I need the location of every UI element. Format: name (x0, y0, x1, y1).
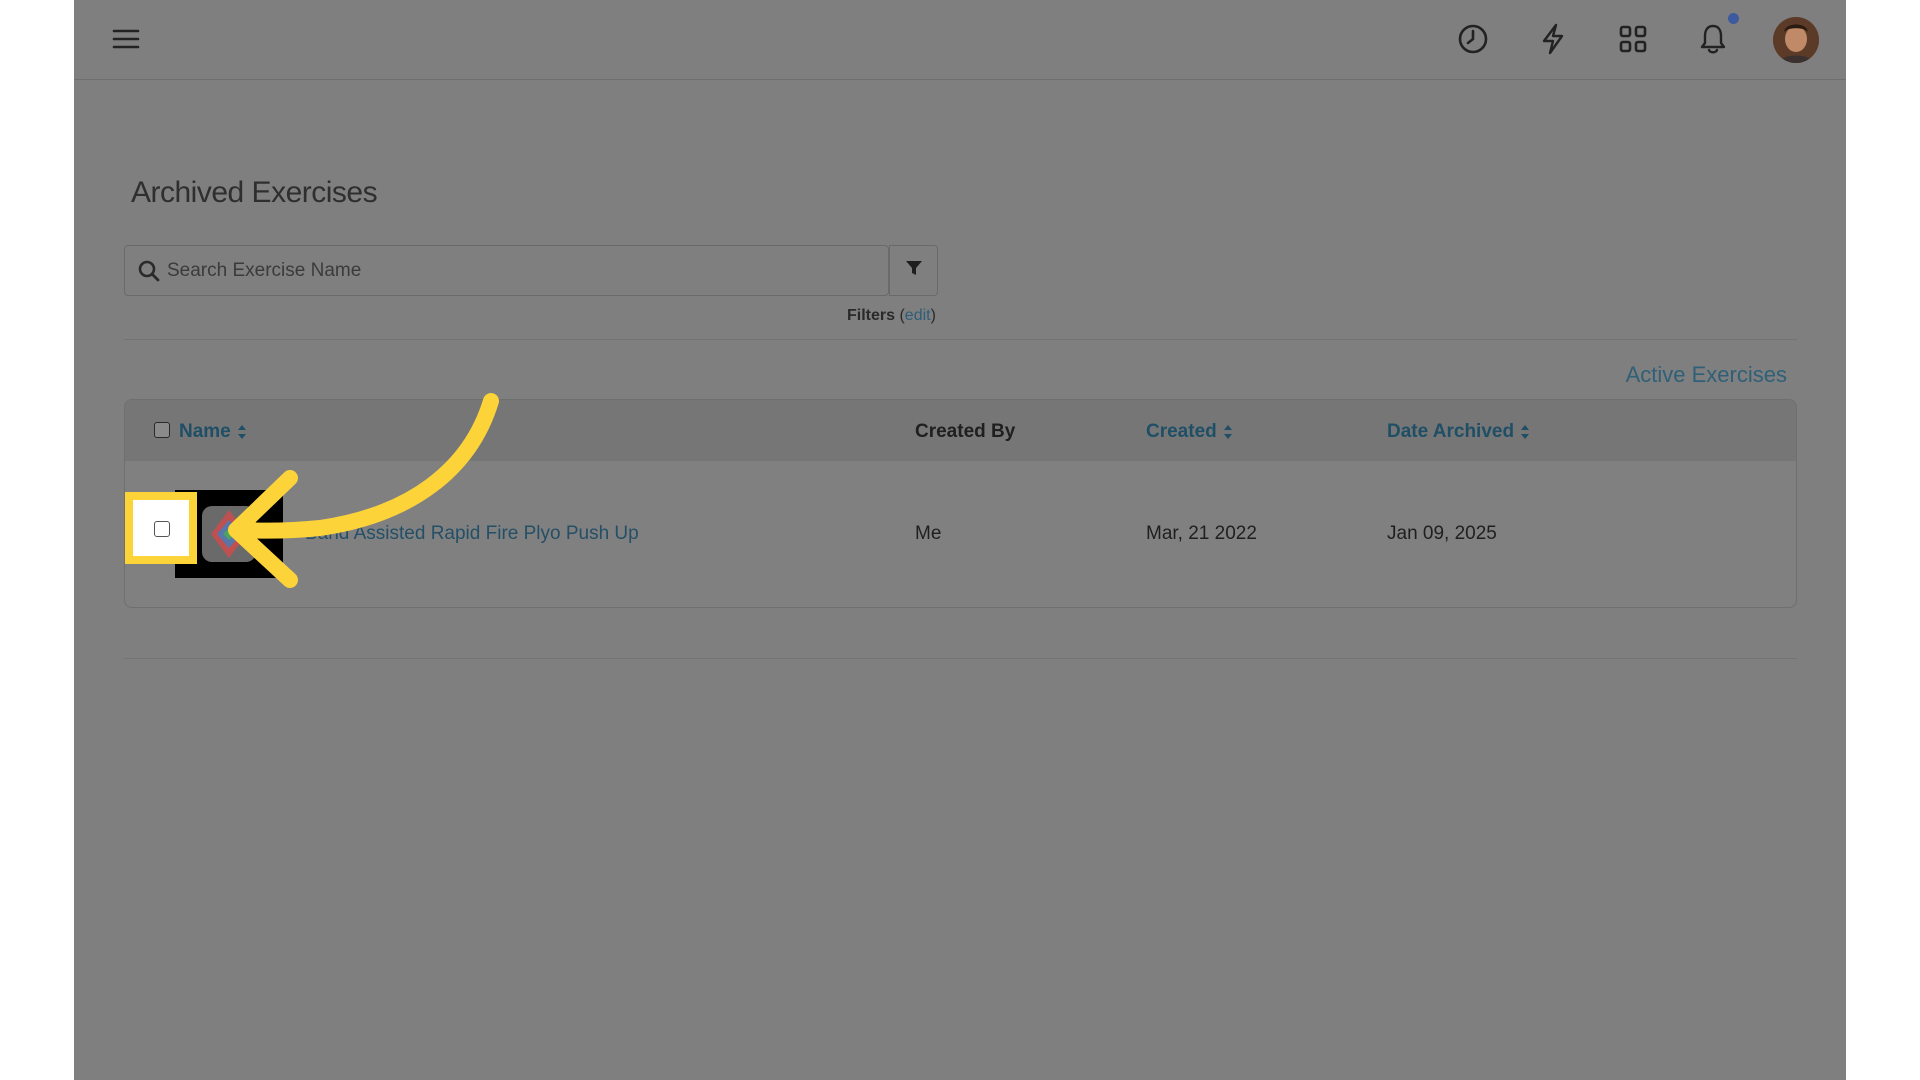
column-header-name[interactable]: Name (179, 421, 247, 443)
select-all-checkbox[interactable] (154, 422, 170, 438)
hamburger-icon[interactable] (108, 21, 144, 57)
search-input[interactable] (167, 246, 807, 295)
exercises-table: Name Created By Created Date Archived Ba… (124, 399, 1797, 608)
active-exercises-link[interactable]: Active Exercises (1626, 362, 1787, 388)
column-header-name-label: Name (179, 421, 231, 442)
filter-icon (905, 259, 923, 282)
filters-edit-link[interactable]: edit (905, 307, 931, 324)
highlighted-row-checkbox[interactable] (125, 492, 197, 564)
clock-icon[interactable] (1455, 21, 1491, 57)
created-by-cell: Me (915, 523, 942, 544)
search-icon (138, 260, 160, 287)
notification-dot (1728, 13, 1739, 24)
column-header-date-archived-label: Date Archived (1387, 421, 1515, 442)
row-select-checkbox[interactable] (154, 521, 170, 537)
column-header-date-archived[interactable]: Date Archived (1387, 421, 1530, 443)
column-header-created-by: Created By (915, 421, 1015, 443)
bell-icon[interactable] (1695, 21, 1731, 57)
date-archived-cell: Jan 09, 2025 (1387, 523, 1497, 544)
sort-icon (1521, 425, 1530, 439)
filters-text: Filters (847, 307, 896, 324)
created-cell: Mar, 21 2022 (1146, 523, 1257, 544)
sort-icon (1223, 425, 1232, 439)
search-box (124, 245, 889, 296)
filters-label: Filters (edit) (847, 307, 936, 324)
lightning-icon[interactable] (1535, 21, 1571, 57)
app-window: Archived Exercises Filters (edit) Active… (74, 0, 1846, 1080)
avatar[interactable] (1773, 17, 1819, 63)
column-header-created[interactable]: Created (1146, 421, 1233, 443)
exercise-name-link[interactable]: Band Assisted Rapid Fire Plyo Push Up (305, 523, 639, 545)
top-navigation-bar (74, 0, 1846, 80)
exercise-name: Band Assisted Rapid Fire Plyo Push Up (305, 523, 639, 544)
divider (124, 658, 1797, 659)
column-header-created-label: Created (1146, 421, 1217, 442)
grid-icon[interactable] (1615, 21, 1651, 57)
column-header-created-by-label: Created By (915, 421, 1016, 442)
divider (124, 339, 1797, 340)
sort-icon (237, 425, 246, 439)
page-title: Archived Exercises (131, 176, 378, 209)
filter-button[interactable] (889, 245, 938, 296)
table-header: Name Created By Created Date Archived (125, 400, 1796, 461)
